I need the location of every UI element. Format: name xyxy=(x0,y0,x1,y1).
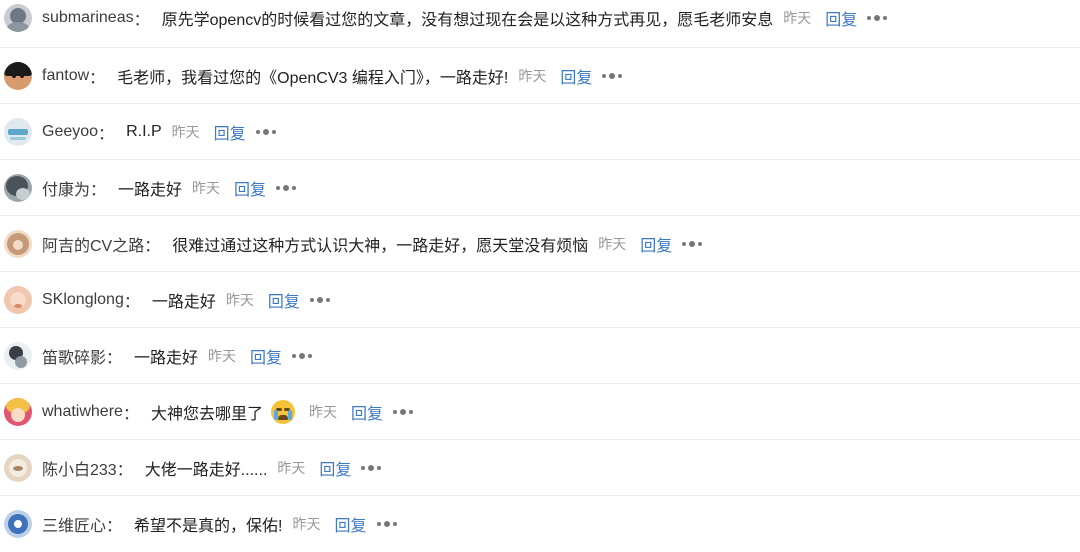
more-options-icon[interactable] xyxy=(682,240,703,247)
colon: ： xyxy=(106,349,123,367)
comment-username[interactable]: submarineas xyxy=(42,9,134,27)
avatar[interactable] xyxy=(4,341,32,370)
comment-time: 昨天 xyxy=(192,179,221,196)
comment-content: 一路走好 xyxy=(151,293,216,311)
avatar[interactable] xyxy=(4,229,32,258)
crying-face-icon xyxy=(270,399,295,424)
comment-content: 大佬一路走好...... xyxy=(144,461,268,479)
reply-button[interactable]: 回复 xyxy=(334,512,366,536)
colon: ： xyxy=(116,461,133,479)
comment-item: 笛歌碎影 ： 一路走好 昨天 回复 xyxy=(0,328,1080,384)
more-options-icon[interactable] xyxy=(392,408,413,415)
reply-button[interactable]: 回复 xyxy=(640,232,672,256)
comment-username[interactable]: whatiwhere xyxy=(42,403,123,421)
comment-item: whatiwhere ： 大神您去哪里了 昨天 回复 xyxy=(0,384,1080,440)
comment-item: submarineas ： 原先学opencv的时候看过您的文章，没有想过现在会… xyxy=(0,0,1080,48)
comment-time: 昨天 xyxy=(171,123,200,140)
comment-content: 大神您去哪里了 xyxy=(150,405,263,423)
more-options-icon[interactable] xyxy=(867,15,888,21)
comment-content: 一路走好 xyxy=(134,349,199,367)
comment-content: 毛老师，我看过您的《OpenCV3 编程入门》，一路走好! xyxy=(117,69,509,87)
comment-content: 原先学opencv的时候看过您的文章，没有想过现在会是以这种方式再见，愿毛老师安… xyxy=(161,12,774,29)
avatar[interactable] xyxy=(4,173,32,202)
comment-time: 昨天 xyxy=(518,67,547,84)
comment-time: 昨天 xyxy=(277,459,306,476)
comment-item: 三维匠心 ： 希望不是真的，保佑! 昨天 回复 xyxy=(0,496,1080,552)
avatar[interactable] xyxy=(4,4,32,32)
colon: ： xyxy=(106,518,123,535)
more-options-icon[interactable] xyxy=(309,296,330,303)
comment-content: 希望不是真的，保佑! xyxy=(134,518,283,535)
avatar[interactable] xyxy=(4,285,32,314)
comment-content: 很难过通过这种方式认识大神，一路走好，愿天堂没有烦恼 xyxy=(172,237,589,255)
comment-time: 昨天 xyxy=(598,235,627,252)
comment-item: 付康为 ： 一路走好 昨天 回复 xyxy=(0,160,1080,216)
comment-content: R.I.P xyxy=(126,122,162,140)
comment-item: 陈小白233 ： 大佬一路走好...... 昨天 回复 xyxy=(0,440,1080,496)
more-options-icon[interactable] xyxy=(376,521,397,527)
comment-time: 昨天 xyxy=(225,291,254,308)
avatar[interactable] xyxy=(4,453,32,482)
avatar[interactable] xyxy=(4,117,32,146)
comment-username[interactable]: 付康为 xyxy=(42,176,90,200)
comment-username[interactable]: 阿吉的CV之路 xyxy=(42,232,144,256)
avatar[interactable] xyxy=(4,397,32,426)
reply-button[interactable]: 回复 xyxy=(268,288,300,312)
reply-button[interactable]: 回复 xyxy=(560,64,592,88)
comment-time: 昨天 xyxy=(783,10,812,26)
comment-username[interactable]: SKlonglong xyxy=(42,291,124,309)
reply-button[interactable]: 回复 xyxy=(234,176,266,200)
comment-time: 昨天 xyxy=(208,347,237,364)
colon: ： xyxy=(90,181,107,199)
reply-button[interactable]: 回复 xyxy=(351,400,383,424)
more-options-icon[interactable] xyxy=(602,72,623,79)
colon: ： xyxy=(122,405,139,423)
comment-item: Geeyoo ： R.I.P 昨天 回复 xyxy=(0,104,1080,160)
colon: ： xyxy=(89,69,106,87)
colon: ： xyxy=(133,12,150,29)
colon: ： xyxy=(98,125,115,143)
comment-time: 昨天 xyxy=(308,403,337,420)
comment-item: SKlonglong ： 一路走好 昨天 回复 xyxy=(0,272,1080,328)
more-options-icon[interactable] xyxy=(276,184,297,191)
comment-username[interactable]: 笛歌碎影 xyxy=(42,344,106,368)
colon: ： xyxy=(144,237,161,255)
comment-username[interactable]: Geeyoo xyxy=(42,123,98,141)
comment-content: 一路走好 xyxy=(118,181,183,199)
comment-username[interactable]: 三维匠心 xyxy=(42,512,106,536)
comment-list: submarineas ： 原先学opencv的时候看过您的文章，没有想过现在会… xyxy=(0,0,1080,541)
colon: ： xyxy=(123,293,140,311)
comment-item: 阿吉的CV之路 ： 很难过通过这种方式认识大神，一路走好，愿天堂没有烦恼 昨天 … xyxy=(0,216,1080,272)
comment-item: fantow ： 毛老师，我看过您的《OpenCV3 编程入门》，一路走好! 昨… xyxy=(0,48,1080,104)
comment-time: 昨天 xyxy=(292,516,321,532)
reply-button[interactable]: 回复 xyxy=(250,344,282,368)
more-options-icon[interactable] xyxy=(292,352,313,359)
comment-username[interactable]: fantow xyxy=(42,67,89,85)
more-options-icon[interactable] xyxy=(255,128,276,135)
reply-button[interactable]: 回复 xyxy=(825,6,857,30)
avatar[interactable] xyxy=(4,510,32,538)
reply-button[interactable]: 回复 xyxy=(214,120,246,144)
more-options-icon[interactable] xyxy=(361,464,382,471)
reply-button[interactable]: 回复 xyxy=(319,456,351,480)
comment-username[interactable]: 陈小白233 xyxy=(42,456,117,480)
avatar[interactable] xyxy=(4,61,32,90)
